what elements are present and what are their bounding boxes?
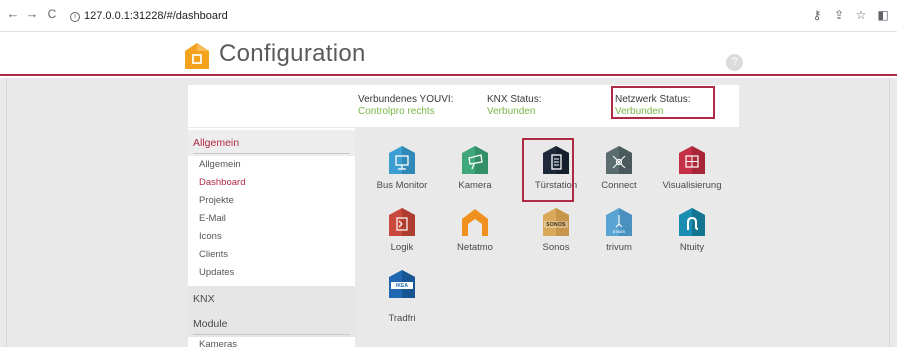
tile-label: Kamera <box>458 180 492 191</box>
youvi-label: Verbundenes YOUVI: <box>358 94 454 105</box>
sidebar-item-projekte[interactable]: Projekte <box>199 195 234 207</box>
tile-connect[interactable]: Connect <box>580 145 658 191</box>
forward-button[interactable]: → <box>25 6 39 22</box>
sidebar-section-label: KNX <box>193 293 215 305</box>
site-info-icon[interactable]: i <box>70 12 80 22</box>
sidebar: Allgemein Allgemein Dashboard Projekte E… <box>188 128 355 347</box>
tuerstation-highlight <box>522 138 574 202</box>
tile-label: Netatmo <box>457 242 493 253</box>
back-button[interactable]: ← <box>6 6 20 22</box>
sidebar-item-icons[interactable]: Icons <box>199 231 222 243</box>
browser-toolbar: ← → C i 127.0.0.1:31228/#/dashboard ⚷ ⇪ ☆… <box>0 0 897 32</box>
status-bar: Verbundenes YOUVI: Controlpro rechts KNX… <box>188 85 739 127</box>
sidebar-item-clients[interactable]: Clients <box>199 249 228 261</box>
tile-visualisierung[interactable]: Visualisierung <box>653 145 731 191</box>
ntuity-icon <box>679 208 705 236</box>
sidebar-section-label: Module <box>193 318 228 330</box>
share-icon[interactable]: ⇪ <box>830 6 848 24</box>
knx-status: KNX Status: Verbunden <box>487 94 541 118</box>
sidebar-section-label: Allgemein <box>193 137 240 149</box>
tile-trivum[interactable]: trivum trivum <box>580 207 658 253</box>
camera-icon <box>462 146 488 174</box>
youvi-status: Verbundenes YOUVI: Controlpro rechts <box>358 94 453 118</box>
knx-label: KNX Status: <box>487 94 542 105</box>
bus-monitor-icon <box>389 146 415 174</box>
tile-bus-monitor[interactable]: Bus Monitor <box>363 145 441 191</box>
tile-label: Connect <box>601 180 637 191</box>
tile-label: Ntuity <box>679 242 705 253</box>
tile-netatmo[interactable]: Netatmo <box>436 207 514 253</box>
sidepanel-icon[interactable]: ◧ <box>874 6 892 24</box>
tile-label: Visualisierung <box>662 180 722 191</box>
address-bar[interactable]: i 127.0.0.1:31228/#/dashboard <box>70 6 228 26</box>
sidebar-item-email[interactable]: E-Mail <box>199 213 226 225</box>
connect-icon <box>606 146 632 174</box>
sidebar-section-knx[interactable]: KNX <box>188 286 355 312</box>
sidebar-item-allgemein[interactable]: Allgemein <box>199 159 241 171</box>
tile-ntuity[interactable]: Ntuity <box>653 207 731 253</box>
tile-label: trivum <box>606 242 632 253</box>
page-title: Configuration <box>219 40 366 67</box>
tile-kamera[interactable]: Kamera <box>436 145 514 191</box>
sidebar-section-allgemein[interactable]: Allgemein <box>188 130 355 156</box>
tile-label: Bus Monitor <box>376 180 428 191</box>
right-gutter <box>889 78 897 347</box>
tile-tradfri[interactable]: IKEA Tradfri <box>363 269 441 324</box>
app-logo-icon <box>185 43 209 69</box>
reload-button[interactable]: C <box>45 6 59 22</box>
key-icon[interactable]: ⚷ <box>808 6 826 24</box>
sidebar-item-updates[interactable]: Updates <box>199 267 234 279</box>
dashboard-grid: Bus Monitor Kamera Türstation Connect Vi… <box>355 128 739 347</box>
sidebar-item-dashboard[interactable]: Dashboard <box>199 177 245 189</box>
youvi-value: Controlpro rechts <box>358 106 435 117</box>
star-icon[interactable]: ☆ <box>852 6 870 24</box>
app-header: Configuration ? <box>0 32 897 76</box>
left-gutter <box>0 78 7 347</box>
network-status-highlight <box>611 86 715 119</box>
tile-label: Logik <box>390 242 414 253</box>
trivum-badge: trivum <box>612 229 626 234</box>
sidebar-item-kameras[interactable]: Kameras <box>199 339 237 347</box>
url-text: 127.0.0.1:31228/#/dashboard <box>84 10 228 22</box>
knx-value: Verbunden <box>487 106 536 117</box>
sidebar-section-module[interactable]: Module <box>188 311 355 337</box>
ikea-badge: IKEA <box>396 283 408 289</box>
visualization-icon <box>679 146 705 174</box>
logic-icon <box>389 208 415 236</box>
tile-label: Tradfri <box>388 313 416 324</box>
help-button[interactable]: ? <box>726 54 743 71</box>
netatmo-icon <box>462 209 488 236</box>
tile-logik[interactable]: Logik <box>363 207 441 253</box>
